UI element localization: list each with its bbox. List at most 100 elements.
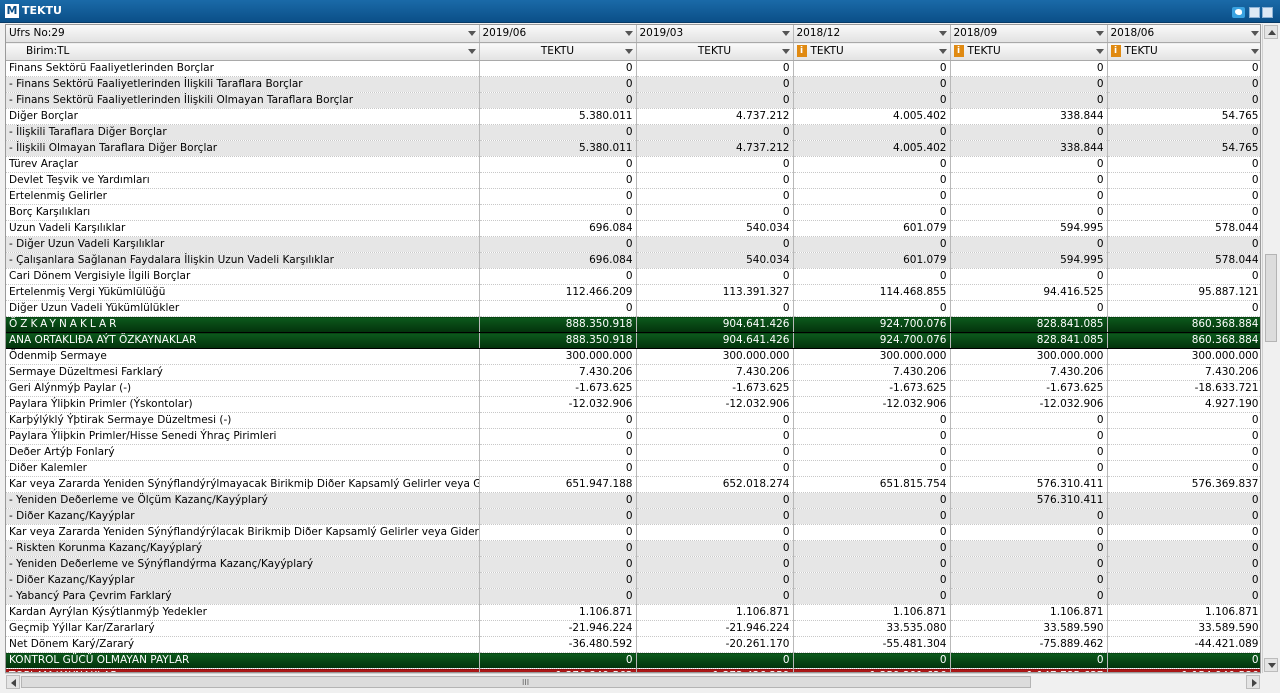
table-row[interactable]: Geri Alýnmýþ Paylar (-) -1.673.625 -1.673.… bbox=[6, 380, 1260, 397]
table-row[interactable]: Geçmiþ Yýllar Kar/Zararlarý -21.946.224 -2… bbox=[6, 620, 1260, 637]
cell-value: 904.641.426 bbox=[636, 316, 794, 333]
cell-value: 576.310.411 bbox=[950, 492, 1108, 509]
cell-value: 0 bbox=[793, 300, 951, 317]
unit-filter[interactable]: Birim:TL bbox=[6, 42, 480, 61]
cell-value: 114.468.855 bbox=[793, 284, 951, 301]
table-row[interactable]: Kar veya Zararda Yeniden Sýnýflandýrýlac… bbox=[6, 524, 1260, 541]
vertical-scroll-thumb[interactable] bbox=[1265, 254, 1277, 342]
company-select-3[interactable]: i TEKTU bbox=[950, 42, 1108, 61]
table-row[interactable]: Ertelenmiş Vergi Yükümlülüğü 112.466.209 1… bbox=[6, 284, 1260, 301]
table-row[interactable]: Diğer Uzun Vadeli Yükümlülükler 0 0 0 0 0 bbox=[6, 300, 1260, 317]
table-row[interactable]: Kar veya Zararda Yeniden Sýnýflandýrýlma… bbox=[6, 476, 1260, 493]
period-label: 2019/03 bbox=[639, 27, 684, 39]
title-bar[interactable]: M TEKTU bbox=[0, 0, 1280, 23]
cell-value: -1.673.625 bbox=[950, 380, 1108, 397]
table-row[interactable]: - Yabancý Para Çevrim Farklarý 0 0 0 0 0 bbox=[6, 588, 1260, 605]
cell-value: -36.480.592 bbox=[479, 636, 637, 653]
company-select-4[interactable]: i TEKTU bbox=[1107, 42, 1260, 61]
cell-value: 924.700.076 bbox=[793, 332, 951, 349]
cell-value: 300.000.000 bbox=[1107, 348, 1260, 365]
table-row[interactable]: Devlet Teşvik ve Yardımları 0 0 0 0 0 bbox=[6, 172, 1260, 189]
table-row[interactable]: ANA ORTAKLIĐA AÝT ÖZKAYNAKLAR 888.350.918… bbox=[6, 332, 1260, 349]
twitter-share-icon[interactable] bbox=[1232, 7, 1245, 18]
cell-value: 0 bbox=[793, 188, 951, 205]
cell-value: -12.032.906 bbox=[636, 396, 794, 413]
period-select-3[interactable]: 2018/09 bbox=[950, 25, 1108, 43]
row-label: Diğer Uzun Vadeli Yükümlülükler bbox=[6, 300, 480, 317]
table-row[interactable]: Türev Araçlar 0 0 0 0 0 bbox=[6, 156, 1260, 173]
cell-value: -1.673.625 bbox=[793, 380, 951, 397]
period-label: 2018/09 bbox=[953, 27, 998, 39]
ufrs-filter[interactable]: Ufrs No:29 bbox=[6, 25, 480, 43]
table-row[interactable]: Ertelenmiş Gelirler 0 0 0 0 0 bbox=[6, 188, 1260, 205]
period-select-0[interactable]: 2019/06 bbox=[479, 25, 637, 43]
period-select-4[interactable]: 2018/06 bbox=[1107, 25, 1260, 43]
cell-value: 0 bbox=[950, 652, 1108, 669]
cell-value: 0 bbox=[1107, 460, 1260, 477]
cell-value: 4.737.212 bbox=[636, 108, 794, 125]
arrow-up-icon bbox=[1268, 30, 1276, 35]
table-row[interactable]: Paylara Ýliþkin Primler (Ýskontolar) -12.… bbox=[6, 396, 1260, 413]
row-label: Türev Araçlar bbox=[6, 156, 480, 173]
cell-value: 0 bbox=[793, 460, 951, 477]
table-row[interactable]: - Yeniden Deðerleme ve Sýnýflandýrma Kaz… bbox=[6, 556, 1260, 573]
table-row[interactable]: - Finans Sektörü Faaliyetlerinden İlişki… bbox=[6, 76, 1260, 93]
cell-value: 0 bbox=[636, 460, 794, 477]
table-row[interactable]: - Riskten Korunma Kazanç/Kayýplarý 0 0 0 0 0 bbox=[6, 540, 1260, 557]
table-row[interactable]: Borç Karşılıkları 0 0 0 0 0 bbox=[6, 204, 1260, 221]
info-icon[interactable]: i bbox=[796, 45, 807, 57]
info-icon[interactable]: i bbox=[953, 45, 964, 57]
table-row[interactable]: Deðer Artýþ Fonlarý 0 0 0 0 0 bbox=[6, 444, 1260, 461]
period-select-2[interactable]: 2018/12 bbox=[793, 25, 951, 43]
cell-value: 0 bbox=[636, 412, 794, 429]
horizontal-scrollbar[interactable]: III bbox=[5, 673, 1261, 690]
cell-value: 0 bbox=[479, 444, 637, 461]
row-label: Diðer Kalemler bbox=[6, 460, 480, 477]
restore-button[interactable] bbox=[1249, 7, 1260, 18]
table-row[interactable]: KONTROL GÜCÜ OLMAYAN PAYLAR 0 0 0 0 0 bbox=[6, 652, 1260, 669]
company-select-0[interactable]: TEKTU bbox=[479, 42, 637, 61]
table-row[interactable]: - Çalışanlara Sağlanan Faydalara İlişkin… bbox=[6, 252, 1260, 269]
horizontal-scroll-thumb[interactable]: III bbox=[21, 676, 1031, 688]
cell-value: 7.430.206 bbox=[793, 364, 951, 381]
table-row[interactable]: - Finans Sektörü Faaliyetlerinden İlişki… bbox=[6, 92, 1260, 109]
table-row[interactable]: - İlişkili Olmayan Taraflara Diğer Borçl… bbox=[6, 140, 1260, 157]
cell-value: 0 bbox=[950, 268, 1108, 285]
table-row[interactable]: - Yeniden Deðerleme ve Ölçüm Kazanç/Kayý… bbox=[6, 492, 1260, 509]
table-row[interactable]: Diðer Kalemler 0 0 0 0 0 bbox=[6, 460, 1260, 477]
table-row[interactable]: Cari Dönem Vergisiyle İlgili Borçlar 0 0 0 0… bbox=[6, 268, 1260, 285]
cell-value: 578.044 bbox=[1107, 252, 1260, 269]
table-row[interactable]: Net Dönem Karý/Zararý -36.480.592 -20.261.… bbox=[6, 636, 1260, 653]
cell-value: 0 bbox=[636, 156, 794, 173]
cell-value: 0 bbox=[636, 236, 794, 253]
table-row[interactable]: ÖZKAYNAKLAR 888.350.918 904.641.426 924.700… bbox=[6, 316, 1260, 333]
table-row[interactable]: Diğer Borçlar 5.380.011 4.737.212 4.005.402… bbox=[6, 108, 1260, 125]
close-button[interactable] bbox=[1262, 7, 1273, 18]
row-label: Uzun Vadeli Karşılıklar bbox=[6, 220, 480, 237]
table-row[interactable]: Paylara Ýliþkin Primler/Hisse Senedi Ýhr… bbox=[6, 428, 1260, 445]
chevron-down-icon bbox=[938, 49, 947, 54]
company-select-2[interactable]: i TEKTU bbox=[793, 42, 951, 61]
scroll-left-button[interactable] bbox=[6, 675, 20, 689]
table-row[interactable]: - İlişkili Taraflara Diğer Borçlar 0 0 0 0 0 bbox=[6, 124, 1260, 141]
row-label: Paylara Ýliþkin Primler/Hisse Senedi Ýhr… bbox=[6, 428, 480, 445]
cell-value: 0 bbox=[636, 172, 794, 189]
vertical-scrollbar[interactable] bbox=[1262, 24, 1279, 673]
table-row[interactable]: Finans Sektörü Faaliyetlerinden Borçlar 0… bbox=[6, 60, 1260, 77]
table-row[interactable]: - Diðer Kazanç/Kayýplar 0 0 0 0 0 bbox=[6, 572, 1260, 589]
company-select-1[interactable]: TEKTU bbox=[636, 42, 794, 61]
cell-value: 0 bbox=[479, 172, 637, 189]
scroll-down-button[interactable] bbox=[1264, 658, 1278, 672]
table-row[interactable]: Ödenmiþ Sermaye 300.000.000 300.000.000 300… bbox=[6, 348, 1260, 365]
period-select-1[interactable]: 2019/03 bbox=[636, 25, 794, 43]
table-row[interactable]: - Diğer Uzun Vadeli Karşılıklar 0 0 0 0 0 bbox=[6, 236, 1260, 253]
table-row[interactable]: Karþýlýklý Ýþtirak Sermaye Düzeltmesi (-… bbox=[6, 412, 1260, 429]
scroll-up-button[interactable] bbox=[1264, 25, 1278, 39]
info-icon[interactable]: i bbox=[1110, 45, 1121, 57]
table-row[interactable]: Kardan Ayrýlan Kýsýtlanmýþ Yedekler 1.106… bbox=[6, 604, 1260, 621]
table-row[interactable]: Sermaye Düzeltmesi Farklarý 7.430.206 7.43… bbox=[6, 364, 1260, 381]
table-row[interactable]: - Diðer Kazanç/Kayýplar 0 0 0 0 0 bbox=[6, 508, 1260, 525]
cell-value: 0 bbox=[479, 204, 637, 221]
table-row[interactable]: Uzun Vadeli Karşılıklar 696.084 540.034 601… bbox=[6, 220, 1260, 237]
scroll-right-button[interactable] bbox=[1246, 675, 1260, 689]
